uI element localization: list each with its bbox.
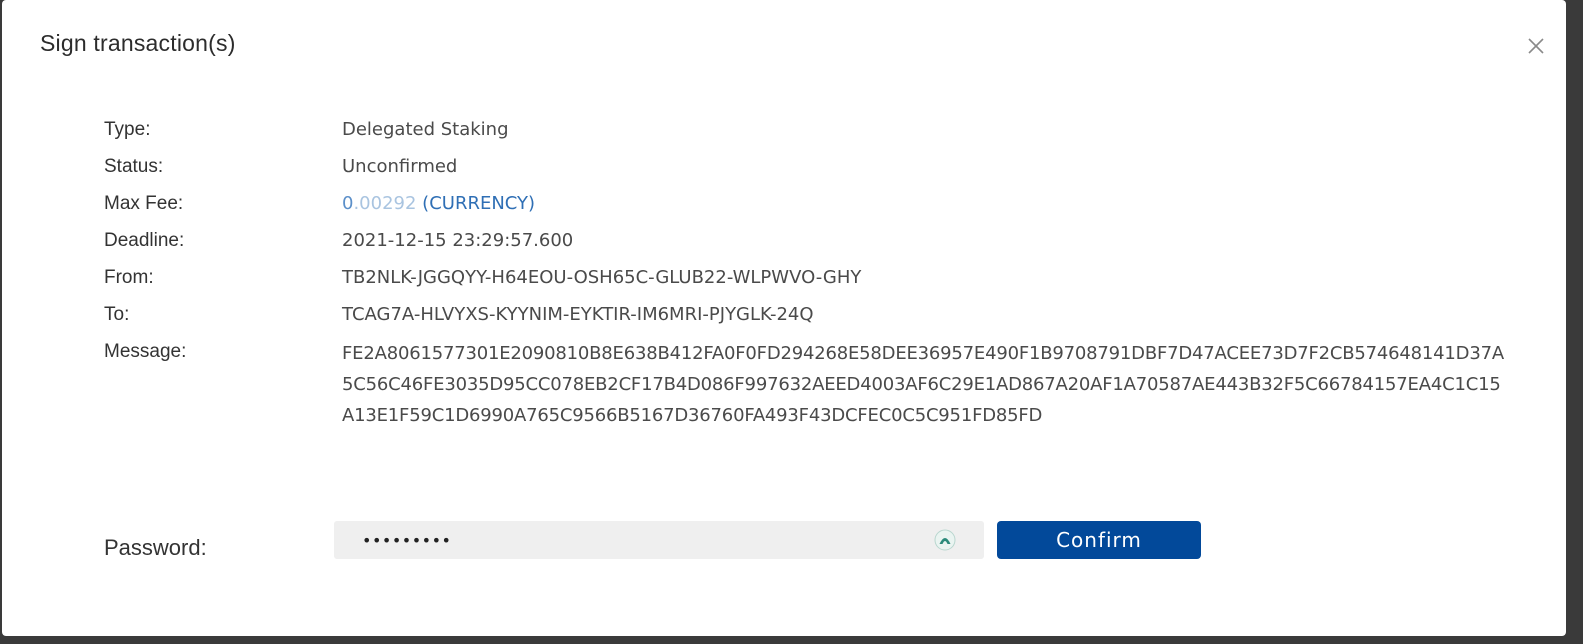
detail-row-message: Message: FE2A8061577301E2090810B8E638B41… <box>104 338 1524 431</box>
transaction-details: Type: Delegated Staking Status: Unconfir… <box>104 116 1524 431</box>
detail-row-from: From: TB2NLK-JGGQYY-H64EOU-OSH65C-GLUB22… <box>104 264 1524 301</box>
message-value: FE2A8061577301E2090810B8E638B412FA0F0FD2… <box>342 343 1504 426</box>
detail-row-max-fee: Max Fee: 0.00292 (CURRENCY) <box>104 190 1524 227</box>
password-manager-icon[interactable] <box>934 529 956 551</box>
close-icon <box>1528 38 1544 54</box>
detail-row-type: Type: Delegated Staking <box>104 116 1524 153</box>
status-value: Unconfirmed <box>342 156 458 177</box>
sign-transaction-dialog: Sign transaction(s) Type: Delegated Stak… <box>2 0 1566 636</box>
from-address: TB2NLK-JGGQYY-H64EOU-OSH65C-GLUB22-WLPWV… <box>342 267 862 288</box>
max-fee-label: Max Fee: <box>104 193 184 214</box>
detail-row-status: Status: Unconfirmed <box>104 153 1524 190</box>
deadline-label: Deadline: <box>104 230 185 251</box>
password-label: Password: <box>104 535 207 560</box>
max-fee-decimal: .00292 <box>353 193 417 214</box>
password-input[interactable]: ••••••••• <box>334 521 984 559</box>
dialog-title: Sign transaction(s) <box>40 30 236 56</box>
message-label: Message: <box>104 341 187 362</box>
max-fee-currency: (CURRENCY) <box>422 193 536 214</box>
confirm-button[interactable]: Confirm <box>997 521 1201 559</box>
max-fee-integer: 0 <box>342 193 354 214</box>
close-button[interactable] <box>1526 36 1546 56</box>
status-label: Status: <box>104 156 164 177</box>
deadline-value: 2021-12-15 23:29:57.600 <box>342 230 574 251</box>
max-fee-value: 0.00292 (CURRENCY) <box>342 190 535 218</box>
type-value: Delegated Staking <box>342 119 509 140</box>
password-masked-value: ••••••••• <box>362 530 452 550</box>
to-address: TCAG7A-HLVYXS-KYYNIM-EYKTIR-IM6MRI-PJYGL… <box>342 304 814 325</box>
to-label: To: <box>104 304 130 325</box>
from-label: From: <box>104 267 154 288</box>
type-label: Type: <box>104 119 151 140</box>
detail-row-to: To: TCAG7A-HLVYXS-KYYNIM-EYKTIR-IM6MRI-P… <box>104 301 1524 338</box>
detail-row-deadline: Deadline: 2021-12-15 23:29:57.600 <box>104 227 1524 264</box>
